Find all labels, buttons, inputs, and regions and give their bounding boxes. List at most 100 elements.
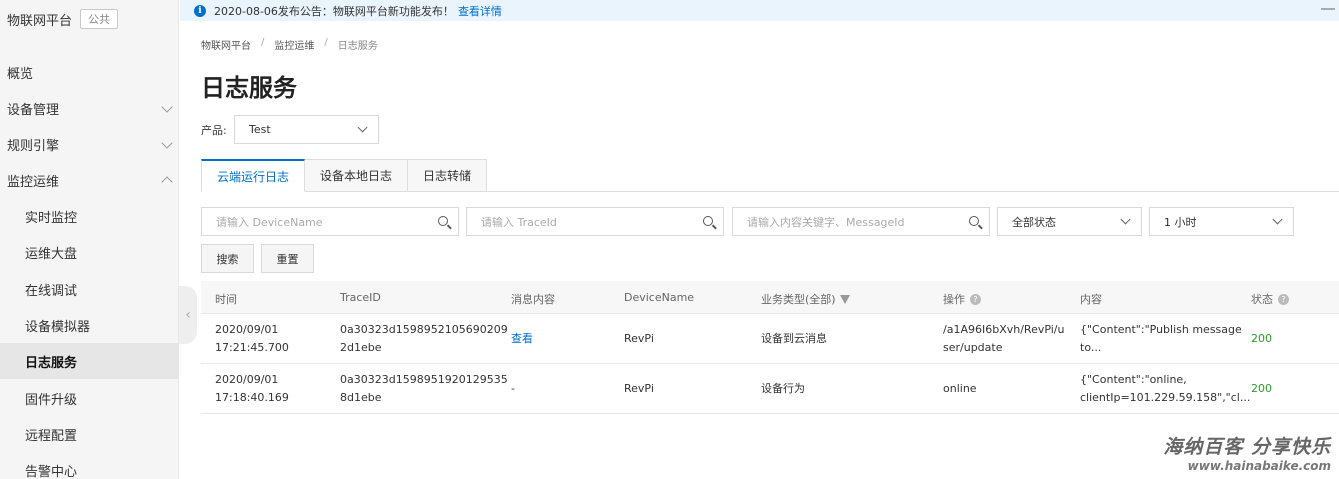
sidebar-item-device-management[interactable]: 设备管理 <box>0 90 179 126</box>
tab-cloud-logs[interactable]: 云端运行日志 <box>201 159 306 192</box>
chevron-up-icon <box>161 176 173 188</box>
column-header-message: 消息内容 <box>511 293 555 306</box>
status-select[interactable]: 全部状态 <box>997 207 1142 236</box>
time-range-value: 1 小时 <box>1164 215 1197 229</box>
sidebar-item-firmware-upgrade[interactable]: 固件升级 <box>0 380 179 416</box>
watermark: 海纳百客 分享快乐 www.hainabaike.com <box>1163 432 1331 473</box>
cell-message-empty: - <box>511 382 515 395</box>
cell-operation: /a1A96I6bXvh/RevPi/u ser/update <box>943 321 1064 357</box>
sidebar-item-label: 设备模拟器 <box>25 319 91 335</box>
announcement-bar: i 2020-08-06发布公告：物联网平台新功能发布！ 查看详情 <box>180 0 1339 21</box>
sidebar-item-label: 实时监控 <box>25 210 78 226</box>
cell-line: 2d1ebe <box>340 341 382 354</box>
announcement-text: 2020-08-06发布公告：物联网平台新功能发布！ <box>214 4 454 18</box>
cell-line: clientIp=101.229.59.158","cl... <box>1080 391 1251 404</box>
column-header-label: 操作 <box>943 293 965 306</box>
cell-operation: online <box>943 382 977 395</box>
breadcrumb: 物联网平台 / 监控运维 / 日志服务 <box>201 37 378 52</box>
cell-line: {"Content":"Publish message <box>1080 323 1242 336</box>
search-icon[interactable] <box>969 216 979 226</box>
sidebar-item-remote-config[interactable]: 远程配置 <box>0 416 179 452</box>
help-icon[interactable]: ? <box>970 293 981 305</box>
cell-content: {"Content":"Publish message to... <box>1080 321 1242 357</box>
cell-line: /a1A96I6bXvh/RevPi/u <box>943 323 1065 336</box>
time-range-select[interactable]: 1 小时 <box>1149 207 1294 236</box>
cell-traceid: 0a30323d1598952105690209 2d1ebe <box>340 321 508 357</box>
cell-line: to... <box>1080 341 1102 354</box>
cell-clock: 17:21:45.700 <box>215 341 289 354</box>
device-name-input[interactable]: 请输入 DeviceName <box>201 207 459 236</box>
tab-log-dump[interactable]: 日志转储 <box>408 159 488 192</box>
region-tag[interactable]: 公共 <box>80 9 119 29</box>
column-header-label: 业务类型(全部) <box>761 293 836 306</box>
breadcrumb-item[interactable]: 物联网平台 <box>201 37 251 52</box>
cell-devicename: RevPi <box>624 332 654 345</box>
sidebar-item-online-debug[interactable]: 在线调试 <box>0 271 179 307</box>
tab-device-local-logs[interactable]: 设备本地日志 <box>305 159 409 192</box>
search-icon[interactable] <box>703 216 713 226</box>
chevron-down-icon <box>161 137 173 149</box>
sidebar-item-label: 概览 <box>7 66 34 82</box>
product-select[interactable]: Test <box>234 115 379 144</box>
search-icon[interactable] <box>438 216 448 226</box>
cell-clock: 17:18:40.169 <box>215 391 289 404</box>
sidebar-item-label: 在线调试 <box>25 283 78 299</box>
sidebar-item-alert-center[interactable]: 告警中心 <box>0 452 179 479</box>
sidebar-item-ops-dashboard[interactable]: 运维大盘 <box>0 234 179 270</box>
tab-label: 日志转储 <box>423 169 472 183</box>
sidebar-item-label: 告警中心 <box>25 464 78 479</box>
cell-time: 2020/09/01 17:18:40.169 <box>215 371 289 407</box>
keyword-input[interactable]: 请输入内容关键字、MessageId <box>732 207 990 236</box>
sidebar-item-rule-engine[interactable]: 规则引擎 <box>0 126 179 162</box>
view-message-link[interactable]: 查看 <box>511 330 533 348</box>
cell-line: ser/update <box>943 341 1003 354</box>
cell-line: 0a30323d1598952105690209 <box>340 323 508 336</box>
column-header-content: 内容 <box>1080 293 1102 306</box>
cell-devicename: RevPi <box>624 382 654 395</box>
breadcrumb-item[interactable]: 监控运维 <box>274 37 314 52</box>
product-select-value: Test <box>249 123 271 136</box>
watermark-url: www.hainabaike.com <box>1187 459 1331 473</box>
table-row: 2020/09/01 17:21:45.700 0a30323d159895210… <box>201 314 1339 364</box>
cell-date: 2020/09/01 <box>215 323 279 336</box>
page-title: 日志服务 <box>201 74 297 102</box>
log-table: 时间 TraceID 消息内容 DeviceName 业务类型(全部) 操作? … <box>201 281 1339 414</box>
column-header-operation: 操作? <box>943 291 981 307</box>
status-select-value: 全部状态 <box>1012 215 1056 229</box>
product-label: 产品: <box>201 124 227 137</box>
chevron-down-icon <box>1120 214 1131 225</box>
reset-button[interactable]: 重置 <box>261 244 314 273</box>
breadcrumb-separator: / <box>324 37 328 48</box>
column-header-biz-type[interactable]: 业务类型(全部) <box>761 291 850 307</box>
sidebar-item-overview[interactable]: 概览 <box>0 54 179 90</box>
sidebar-item-device-simulator[interactable]: 设备模拟器 <box>0 307 179 343</box>
chevron-down-icon <box>357 122 368 133</box>
breadcrumb-current: 日志服务 <box>337 41 378 52</box>
sidebar: 物联网平台 公共 概览 设备管理 规则引擎 监控运维 实时监控 运维大盘 在线调… <box>0 0 179 479</box>
trace-id-input[interactable]: 请输入 TraceId <box>466 207 724 236</box>
sidebar-item-label: 规则引擎 <box>7 138 60 154</box>
search-button[interactable]: 搜索 <box>201 244 254 273</box>
sidebar-item-realtime-monitor[interactable]: 实时监控 <box>0 198 179 234</box>
minimize-icon[interactable] <box>1321 8 1335 10</box>
sidebar-item-monitoring[interactable]: 监控运维 <box>0 162 179 198</box>
sidebar-item-log-service[interactable]: 日志服务 <box>0 343 179 379</box>
filter-icon[interactable] <box>839 294 850 304</box>
cell-content: {"Content":"online, clientIp=101.229.59.1… <box>1080 371 1250 407</box>
sidebar-collapse-button[interactable]: ‹ <box>179 286 197 344</box>
help-icon[interactable]: ? <box>1278 293 1289 305</box>
cell-line: {"Content":"online, <box>1080 373 1187 386</box>
sidebar-item-label: 运维大盘 <box>25 246 78 262</box>
column-header-label: 状态 <box>1251 293 1273 306</box>
cell-biz-type: 设备行为 <box>761 382 805 395</box>
column-header-time: 时间 <box>215 293 237 306</box>
cell-traceid: 0a30323d1598951920129535 8d1ebe <box>340 371 508 407</box>
brand: 物联网平台 公共 <box>7 7 119 31</box>
announcement-link[interactable]: 查看详情 <box>458 3 502 19</box>
brand-name: 物联网平台 <box>7 13 73 29</box>
log-tabs: 云端运行日志 设备本地日志 日志转储 <box>201 159 488 192</box>
column-header-status: 状态? <box>1251 291 1289 307</box>
cell-time: 2020/09/01 17:21:45.700 <box>215 321 289 357</box>
column-header-traceid: TraceID <box>340 291 381 304</box>
sidebar-item-label: 设备管理 <box>7 102 60 118</box>
